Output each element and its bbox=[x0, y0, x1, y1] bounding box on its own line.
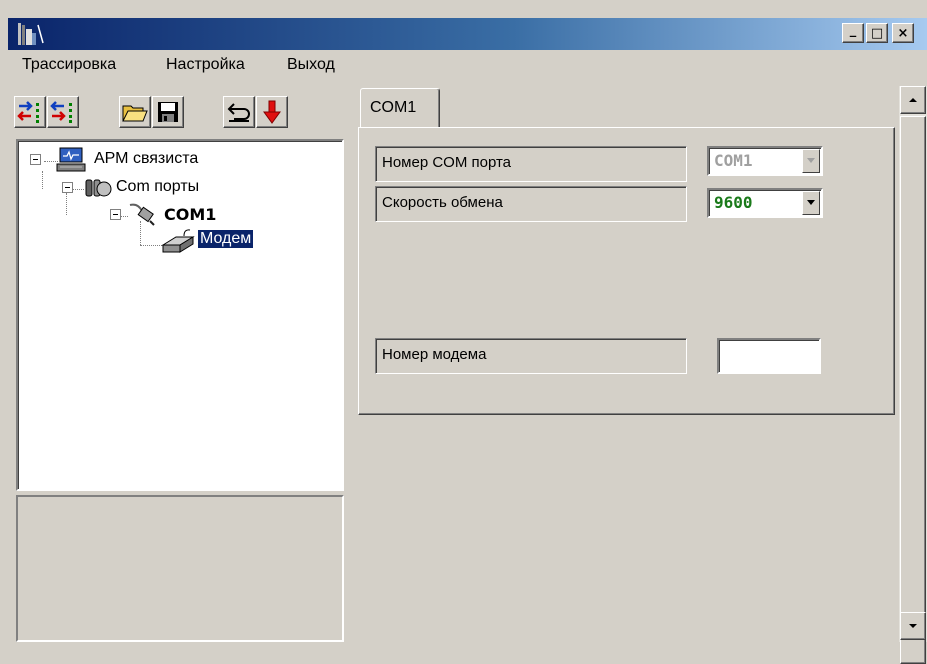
arrow-down-icon bbox=[909, 624, 917, 628]
modem-number-input[interactable] bbox=[717, 338, 821, 374]
arrow-up-icon bbox=[909, 98, 917, 102]
baud-rate-value: 9600 bbox=[714, 193, 753, 212]
maximize-icon: □ bbox=[870, 25, 884, 41]
menu-settings[interactable]: Настройка bbox=[166, 56, 245, 74]
tree-node-com-ports[interactable]: Com порты bbox=[116, 178, 199, 196]
toolbar-save-button[interactable] bbox=[152, 96, 184, 128]
com-port-dropdown-button[interactable] bbox=[802, 149, 820, 173]
save-disk-icon bbox=[158, 102, 178, 122]
tree-view[interactable]: АРМ связиста Com порты COM1 Модем bbox=[16, 139, 344, 491]
tab-page-com1: Номер COM порта COM1 Скорость обмена 960… bbox=[358, 127, 895, 415]
chevron-down-icon bbox=[807, 158, 815, 163]
tree-expander-ports[interactable] bbox=[62, 182, 73, 193]
baud-rate-dropdown-button[interactable] bbox=[802, 191, 820, 215]
close-icon: × bbox=[897, 25, 909, 41]
chevron-down-icon bbox=[807, 200, 815, 205]
undo-icon bbox=[227, 103, 250, 122]
menu-bar: Трассировка Настройка Выход bbox=[8, 50, 927, 80]
toolbar-connect-in-button[interactable] bbox=[14, 96, 46, 128]
status-panel bbox=[16, 495, 344, 642]
tree-expander-arm[interactable] bbox=[30, 154, 41, 165]
toolbar-open-button[interactable] bbox=[119, 96, 151, 128]
scroll-thumb[interactable] bbox=[900, 116, 926, 664]
scroll-up-button[interactable] bbox=[900, 86, 926, 114]
vertical-scrollbar[interactable] bbox=[899, 86, 927, 664]
toolbar-undo-button[interactable] bbox=[223, 96, 255, 128]
ports-icon bbox=[84, 177, 112, 205]
maximize-button[interactable]: □ bbox=[866, 23, 888, 43]
open-folder-icon bbox=[122, 105, 148, 122]
workstation-icon bbox=[56, 147, 86, 177]
tab-com1[interactable]: COM1 bbox=[360, 88, 440, 128]
baud-rate-select[interactable]: 9600 bbox=[707, 188, 823, 218]
app-icon bbox=[18, 21, 44, 45]
com-port-select[interactable]: COM1 bbox=[707, 146, 823, 176]
close-button[interactable]: × bbox=[892, 23, 914, 43]
toolbar-download-button[interactable] bbox=[256, 96, 288, 128]
connect-in-icon bbox=[17, 101, 39, 123]
scroll-down-button[interactable] bbox=[900, 612, 926, 640]
minimize-icon: _ bbox=[849, 22, 857, 38]
modem-number-label: Номер модема bbox=[375, 338, 687, 374]
menu-tracing[interactable]: Трассировка bbox=[22, 56, 116, 74]
minimize-button[interactable]: _ bbox=[842, 23, 864, 43]
title-bar[interactable]: _ □ × bbox=[8, 18, 927, 50]
com-port-label: Номер COM порта bbox=[375, 146, 687, 182]
tree-node-arm[interactable]: АРМ связиста bbox=[94, 150, 198, 168]
tab-com1-label: COM1 bbox=[370, 99, 417, 116]
download-arrow-icon bbox=[263, 100, 281, 124]
menu-exit[interactable]: Выход bbox=[287, 56, 335, 74]
tree-node-modem[interactable]: Модем bbox=[196, 229, 255, 249]
baud-rate-label: Скорость обмена bbox=[375, 186, 687, 222]
tree-node-com1[interactable]: COM1 bbox=[164, 205, 216, 224]
serial-cable-icon bbox=[128, 201, 156, 231]
modem-icon bbox=[160, 227, 196, 259]
connect-out-icon bbox=[50, 101, 72, 123]
toolbar-connect-out-button[interactable] bbox=[47, 96, 79, 128]
tree-expander-com1[interactable] bbox=[110, 209, 121, 220]
com-port-value: COM1 bbox=[714, 151, 753, 170]
